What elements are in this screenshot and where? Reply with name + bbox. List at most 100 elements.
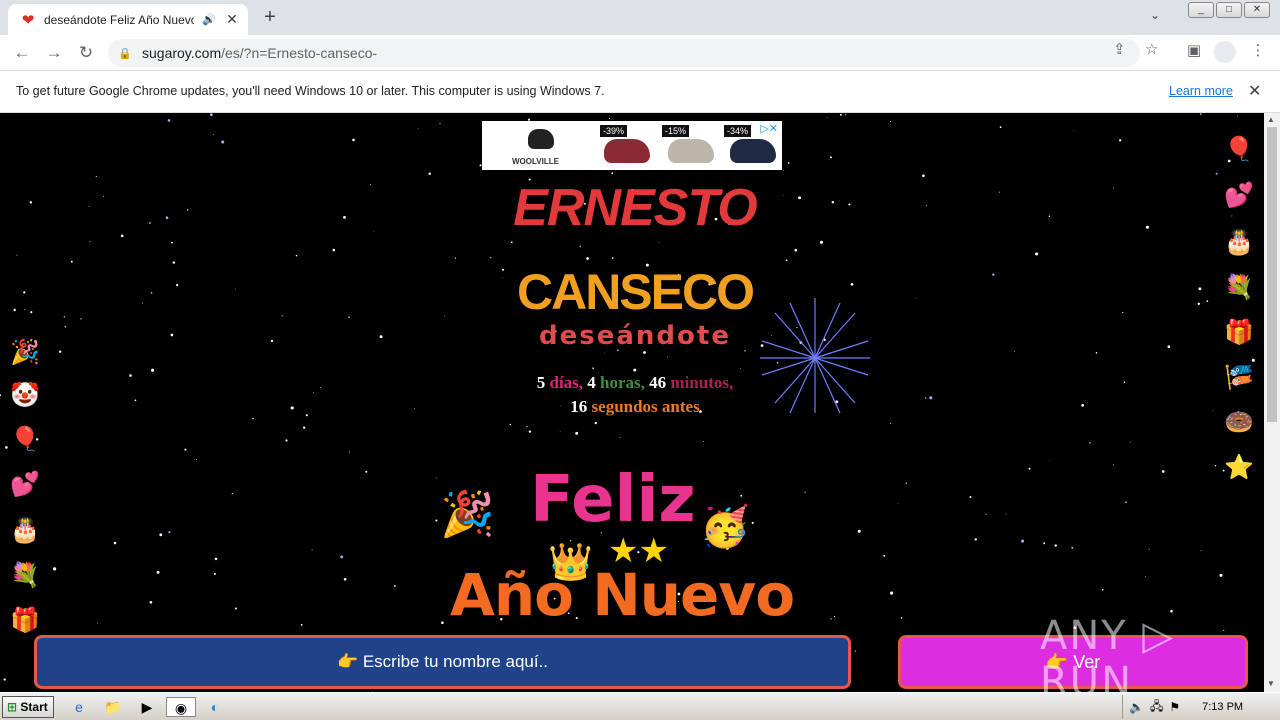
star-dot — [23, 291, 26, 294]
star-dot — [1049, 460, 1051, 462]
speaker-icon[interactable]: 🔊 — [202, 13, 216, 26]
party-popper-icon: 🎉 — [10, 339, 40, 366]
star-dot — [897, 502, 899, 504]
close-window-button[interactable]: ✕ — [1244, 2, 1270, 18]
donut-icon: 🍩 — [1224, 409, 1254, 436]
update-infobar: To get future Google Chrome updates, you… — [0, 71, 1280, 113]
star-dot — [209, 113, 213, 117]
menu-kebab-icon[interactable]: ⋮ — [1246, 41, 1270, 59]
star-dot — [855, 650, 857, 652]
file-explorer-icon[interactable]: 📁 — [102, 697, 124, 717]
star-dot — [526, 426, 528, 428]
star-dot — [1129, 441, 1131, 443]
scroll-thumb[interactable] — [1267, 127, 1277, 422]
star-dot — [830, 618, 832, 620]
star-dot — [1048, 215, 1051, 218]
tab-close-icon[interactable]: ✕ — [224, 11, 240, 28]
system-tray: 🔈 🖧 ⚑ 7:13 PM — [1122, 695, 1280, 719]
action-center-flag-icon[interactable]: ⚑ — [1169, 700, 1180, 714]
star-dot — [1112, 187, 1114, 189]
star-dot — [1212, 410, 1214, 412]
first-name-title: ERNESTO — [513, 179, 757, 237]
maximize-button[interactable]: □ — [1216, 2, 1242, 18]
star-dot — [857, 529, 861, 533]
share-icon[interactable]: ⇪ — [1113, 40, 1126, 58]
birthday-cake-icon: 🎂 — [1224, 229, 1254, 256]
new-tab-button[interactable]: + — [258, 5, 282, 29]
address-bar[interactable]: 🔒 sugaroy.com/es/?n=Ernesto-canseco- — [108, 39, 1140, 67]
star-dot — [149, 600, 153, 604]
volume-icon[interactable]: 🔈 — [1129, 700, 1144, 714]
star-dot — [290, 406, 294, 410]
sheep-logo-icon — [528, 129, 554, 149]
back-arrow-icon[interactable]: ← — [10, 41, 34, 65]
star-dot — [510, 241, 513, 244]
star-dot — [608, 117, 611, 119]
star-dot — [1125, 501, 1127, 503]
star-dot — [80, 318, 82, 320]
bookmark-star-icon[interactable]: ☆ — [1145, 40, 1158, 58]
star-dot — [252, 417, 254, 420]
star-dot — [439, 122, 441, 125]
star-dot — [1197, 302, 1201, 306]
star-dot — [785, 259, 788, 262]
days-label: días, — [549, 373, 584, 392]
url-text: sugaroy.com/es/?n=Ernesto-canseco- — [142, 45, 378, 61]
browser-tab[interactable]: ❤ deseándote Feliz Año Nuevo 20 🔊 ✕ — [8, 4, 248, 35]
star-dot — [489, 256, 492, 259]
star-dot — [1119, 139, 1122, 142]
star-dot — [905, 482, 907, 484]
star-dot — [151, 368, 155, 372]
star-dot — [343, 216, 346, 219]
star-dot — [1231, 215, 1233, 217]
network-icon[interactable]: 🖧 — [1150, 697, 1163, 718]
flower-pot-icon: 💐 — [1224, 274, 1254, 301]
forward-arrow-icon[interactable]: → — [42, 41, 66, 65]
name-input-button[interactable]: 👉 Escribe tu nombre aquí.. — [34, 635, 851, 689]
star-dot — [313, 392, 314, 393]
star-dot — [794, 248, 798, 252]
star-dot — [311, 549, 313, 551]
star-dot — [365, 470, 368, 473]
advertisement-banner[interactable]: WOOLVILLE -39% -15% -34% ▷✕ — [482, 121, 782, 170]
wishing-text: deseándote — [539, 321, 731, 351]
start-button[interactable]: ⊞ Start — [2, 696, 54, 718]
hours-number: 4 — [587, 373, 596, 392]
birthday-cake-icon: 🎂 — [10, 517, 40, 544]
party-popper-icon: 🎉 — [440, 490, 495, 539]
discount-tag: -34% — [724, 125, 752, 137]
page-scrollbar[interactable]: ▲ ▼ — [1264, 113, 1280, 692]
scroll-down-arrow-icon[interactable]: ▼ — [1267, 679, 1275, 688]
scroll-up-arrow-icon[interactable]: ▲ — [1267, 115, 1275, 124]
tab-search-chevron-icon[interactable]: ⌄ — [1150, 8, 1160, 22]
star-dot — [594, 421, 597, 425]
star-dot — [985, 513, 987, 515]
star-dot — [1200, 113, 1202, 115]
star-dot — [1043, 542, 1046, 545]
media-player-icon[interactable]: ▶ — [136, 697, 158, 717]
star-dot — [234, 607, 237, 610]
star-dot — [187, 209, 189, 211]
star-dot — [915, 297, 917, 299]
star-dot — [611, 257, 614, 259]
learn-more-link[interactable]: Learn more — [1169, 84, 1233, 98]
last-name-title: CANSECO — [516, 264, 755, 320]
minimize-button[interactable]: _ — [1188, 2, 1214, 18]
edge-icon[interactable]: ◐ — [204, 697, 226, 717]
infobar-close-icon[interactable]: ✕ — [1248, 81, 1261, 101]
profile-avatar[interactable] — [1214, 41, 1236, 63]
star-dot — [1251, 358, 1255, 362]
internet-explorer-icon[interactable]: e — [68, 697, 90, 717]
star-dot — [845, 114, 847, 116]
reload-icon[interactable]: ↻ — [74, 41, 98, 65]
star-dot — [1219, 573, 1223, 577]
chrome-taskbar-icon[interactable]: ◉ — [166, 697, 196, 717]
minutes-number: 46 — [649, 373, 667, 392]
lock-icon[interactable]: 🔒 — [118, 47, 132, 60]
gift-icon: 🎁 — [1224, 319, 1254, 346]
side-panel-icon[interactable]: ▣ — [1182, 41, 1206, 59]
clock[interactable]: 7:13 PM — [1202, 701, 1243, 713]
ad-choices-icon[interactable]: ▷✕ — [760, 122, 778, 135]
slipper-image — [604, 139, 650, 163]
star-dot — [159, 533, 163, 537]
